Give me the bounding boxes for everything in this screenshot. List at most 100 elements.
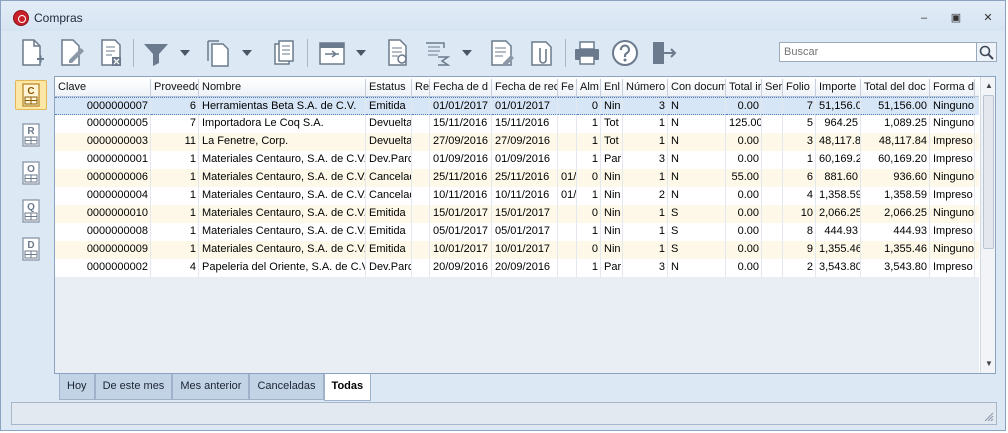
- copy-document-button[interactable]: [203, 37, 259, 69]
- restore-button[interactable]: ▣: [945, 11, 967, 27]
- help-button[interactable]: [609, 37, 641, 69]
- cell-folio: 9: [783, 241, 816, 259]
- cell-clave: 0000000008: [55, 223, 151, 241]
- cell-importe: 60,169.2: [816, 151, 861, 169]
- cell-re: [412, 133, 430, 151]
- column-header-fe[interactable]: Fe: [558, 79, 577, 97]
- cell-numero: 3: [623, 97, 668, 115]
- column-header-folio[interactable]: Folio: [783, 79, 816, 97]
- document-preview-button[interactable]: [381, 37, 413, 69]
- column-header-total-ir[interactable]: Total ir: [726, 79, 762, 97]
- search-input[interactable]: [779, 42, 977, 62]
- cell-proveedor: 7: [151, 115, 199, 133]
- cell-fecha-de-d: 01/09/2016: [430, 151, 492, 169]
- documents-stack-button[interactable]: [269, 37, 301, 69]
- column-header-re[interactable]: Re: [412, 79, 430, 97]
- cell-enl: Nin: [601, 205, 623, 223]
- table-row[interactable]: 0000000009 1 Materiales Centauro, S.A. de …: [55, 241, 979, 259]
- side-button-r[interactable]: R: [15, 120, 47, 150]
- column-header-estatus[interactable]: Estatus: [366, 79, 412, 97]
- cell-fe: 01/: [558, 187, 577, 205]
- column-header-numero[interactable]: Número: [623, 79, 668, 97]
- cell-re: [412, 259, 430, 277]
- column-header-alm[interactable]: Alm: [577, 79, 601, 97]
- column-header-forma-de[interactable]: Forma de: [930, 79, 975, 97]
- scroll-up-icon[interactable]: ▲: [985, 81, 993, 90]
- cell-re: [412, 205, 430, 223]
- view-window-button[interactable]: [315, 37, 371, 69]
- column-header-ser[interactable]: Ser: [762, 79, 783, 97]
- cell-estatus: Emitida: [366, 223, 412, 241]
- filter-icon: [144, 44, 190, 66]
- tab-hoy[interactable]: Hoy: [59, 374, 95, 400]
- table-row[interactable]: 0000000002 4 Papeleria del Oriente, S.A. d…: [55, 259, 979, 277]
- column-header-nombre[interactable]: Nombre: [199, 79, 366, 97]
- cell-estatus: Emitida: [366, 97, 412, 115]
- cell-forma-de: Ninguno: [930, 169, 975, 187]
- cell-total-del-doc: 48,117.84: [861, 133, 930, 151]
- tab-mes-anterior[interactable]: Mes anterior: [172, 374, 250, 400]
- new-document-button[interactable]: [15, 37, 47, 69]
- cell-enl: Tot: [601, 115, 623, 133]
- cell-clave: 0000000003: [55, 133, 151, 151]
- column-header-fecha-de-rec[interactable]: Fecha de rec: [492, 79, 558, 97]
- side-button-d[interactable]: D: [15, 234, 47, 264]
- cell-proveedor: 1: [151, 241, 199, 259]
- exit-button[interactable]: [647, 37, 679, 69]
- cell-fecha-de-rec: 10/11/2016: [492, 187, 558, 205]
- table-row[interactable]: 0000000005 7 Importadora Le Coq S.A. Devuel…: [55, 115, 979, 133]
- attach-document-button[interactable]: [525, 37, 557, 69]
- cell-numero: 1: [623, 205, 668, 223]
- side-button-o[interactable]: O: [15, 158, 47, 188]
- cell-clave: 0000000002: [55, 259, 151, 277]
- search-button[interactable]: [977, 42, 997, 62]
- column-header-fecha-de-d[interactable]: Fecha de d: [430, 79, 492, 97]
- edit-document-button[interactable]: [55, 37, 87, 69]
- tab-todas[interactable]: Todas: [323, 374, 372, 401]
- totals-button[interactable]: [421, 37, 477, 69]
- delete-document-button[interactable]: [95, 37, 127, 69]
- filter-button[interactable]: [139, 37, 195, 69]
- table-row[interactable]: 0000000010 1 Materiales Centauro, S.A. de …: [55, 205, 979, 223]
- cell-fecha-de-rec: 15/11/2016: [492, 115, 558, 133]
- cell-total-del-doc: 936.60: [861, 169, 930, 187]
- resize-grip-icon[interactable]: [984, 412, 994, 422]
- cell-numero: 1: [623, 133, 668, 151]
- minimize-button[interactable]: –: [913, 11, 935, 27]
- side-button-compras[interactable]: C: [15, 80, 47, 110]
- cell-enl: Nin: [601, 241, 623, 259]
- print-button[interactable]: [571, 37, 603, 69]
- cell-enl: Nin: [601, 169, 623, 187]
- d-doc-icon: D: [22, 237, 40, 261]
- cell-alm: 1: [577, 151, 601, 169]
- cell-alm: 1: [577, 223, 601, 241]
- cell-total-ir: 0.00: [726, 133, 762, 151]
- table-row[interactable]: 0000000001 1 Materiales Centauro, S.A. de …: [55, 151, 979, 169]
- column-header-con-docum[interactable]: Con docum: [668, 79, 726, 97]
- side-button-letter: R: [27, 126, 35, 137]
- cell-alm: 0: [577, 241, 601, 259]
- document-edit-list-button[interactable]: [485, 37, 517, 69]
- scroll-thumb[interactable]: [983, 95, 994, 249]
- column-header-total-del-doc[interactable]: Total del doc: [861, 79, 930, 97]
- table-row[interactable]: 0000000004 1 Materiales Centauro, S.A. de …: [55, 187, 979, 205]
- close-button[interactable]: ✕: [977, 11, 999, 27]
- cell-alm: 1: [577, 187, 601, 205]
- column-header-enl[interactable]: Enl: [601, 79, 623, 97]
- table-row[interactable]: 0000000003 11 La Fenetre, Corp. Devuelta 27/…: [55, 133, 979, 151]
- column-header-clave[interactable]: Clave: [55, 79, 151, 97]
- cell-enl: Par: [601, 259, 623, 277]
- cell-numero: 3: [623, 259, 668, 277]
- column-header-importe[interactable]: Importe: [816, 79, 861, 97]
- cell-clave: 0000000004: [55, 187, 151, 205]
- table-row[interactable]: 0000000007 6 Herramientas Beta S.A. de C.V…: [55, 97, 979, 115]
- table-row[interactable]: 0000000008 1 Materiales Centauro, S.A. de …: [55, 223, 979, 241]
- side-button-q[interactable]: Q: [15, 196, 47, 226]
- table-row[interactable]: 0000000006 1 Materiales Centauro, S.A. de …: [55, 169, 979, 187]
- tab-de-este-mes[interactable]: De este mes: [94, 374, 173, 400]
- vertical-scrollbar[interactable]: ▲ ▼: [980, 77, 995, 373]
- tab-canceladas[interactable]: Canceladas: [249, 374, 324, 400]
- column-header-proveedor[interactable]: Proveedor: [151, 79, 199, 97]
- cell-estatus: Devuelta: [366, 115, 412, 133]
- scroll-down-icon[interactable]: ▼: [985, 359, 993, 368]
